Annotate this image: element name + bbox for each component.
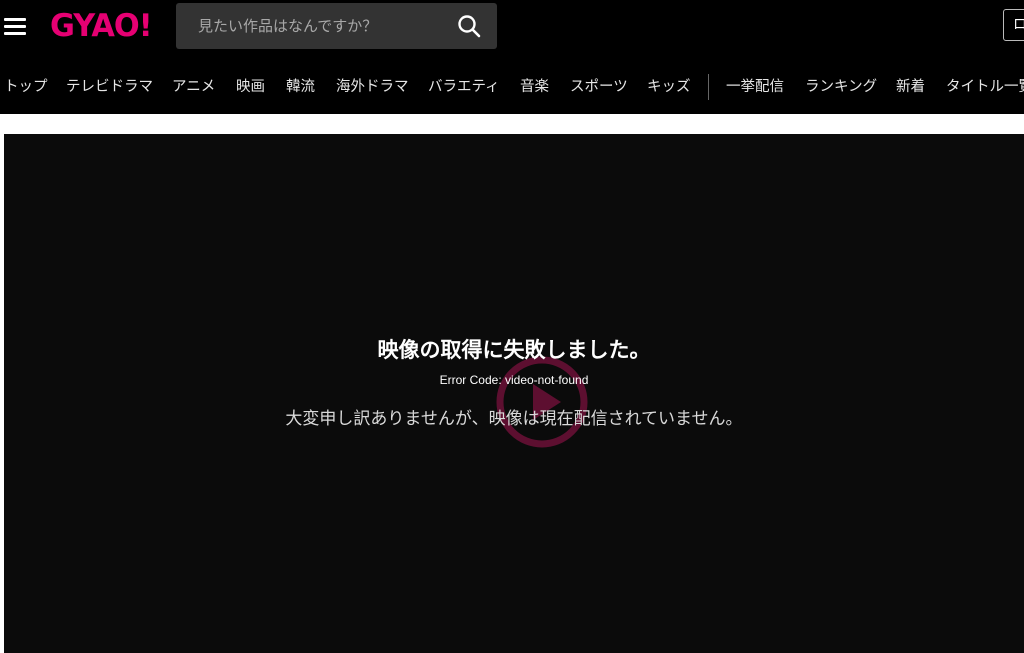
error-code: Error Code: video-not-found xyxy=(439,373,589,387)
spacer xyxy=(0,114,1024,134)
video-player[interactable]: 映像の取得に失敗しました。 Error Code: video-not-foun… xyxy=(4,134,1024,653)
nav-item-movie[interactable]: 映画 xyxy=(236,78,265,96)
nav-item-title-list[interactable]: タイトル一覧 xyxy=(946,78,1024,96)
hamburger-menu-icon[interactable] xyxy=(4,14,26,38)
nav-item-tv-drama[interactable]: テレビドラマ xyxy=(66,78,153,96)
nav-item-ranking[interactable]: ランキング xyxy=(805,78,877,96)
nav-divider xyxy=(708,74,709,100)
gyao-logo[interactable]: GYAO! xyxy=(50,8,153,44)
search-icon[interactable] xyxy=(457,14,481,38)
nav-item-new[interactable]: 新着 xyxy=(896,78,925,96)
nav-item-korean[interactable]: 韓流 xyxy=(286,78,315,96)
top-bar: GYAO! ログイン xyxy=(0,0,1024,58)
nav-item-sports[interactable]: スポーツ xyxy=(570,78,628,96)
play-icon[interactable] xyxy=(495,355,589,449)
nav-item-foreign-drama[interactable]: 海外ドラマ xyxy=(336,78,409,96)
error-message: 大変申し訳ありませんが、映像は現在配信されていません。 xyxy=(285,409,743,429)
error-title: 映像の取得に失敗しました。 xyxy=(377,338,651,362)
nav-item-kids[interactable]: キッズ xyxy=(647,78,691,96)
search-input[interactable] xyxy=(176,3,446,49)
search-box xyxy=(176,3,497,49)
nav-item-binge[interactable]: 一挙配信 xyxy=(726,78,784,96)
nav-item-music[interactable]: 音楽 xyxy=(520,78,549,96)
nav-item-top[interactable]: トップ xyxy=(4,78,48,96)
login-button[interactable]: ログイン xyxy=(1003,9,1024,41)
nav-item-variety[interactable]: バラエティ xyxy=(428,78,500,96)
category-nav: トップ テレビドラマ アニメ 映画 韓流 海外ドラマ バラエティ 音楽 スポーツ… xyxy=(0,58,1024,114)
nav-item-anime[interactable]: アニメ xyxy=(172,78,215,96)
